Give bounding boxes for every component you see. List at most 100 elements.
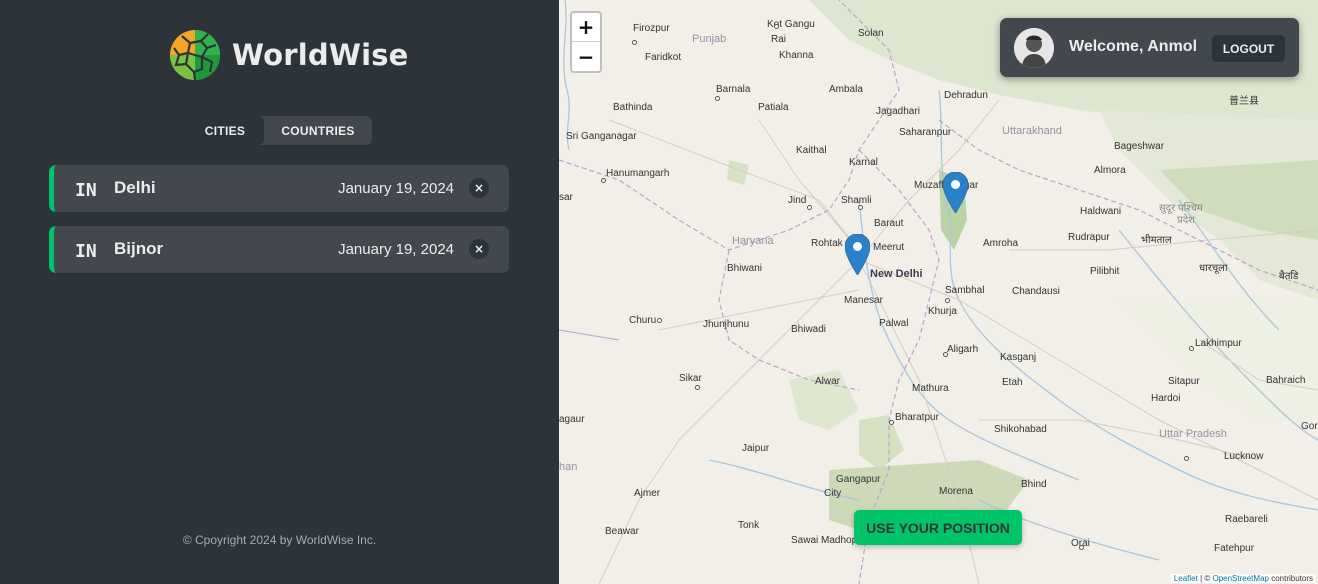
map-label: Jagadhari xyxy=(876,106,920,117)
city-name: Delhi xyxy=(114,178,156,197)
map-label: Shamli xyxy=(841,195,872,206)
city-dot xyxy=(601,178,606,183)
map-label: Shikohabad xyxy=(994,424,1047,435)
map-label: Bharatpur xyxy=(895,412,939,423)
map-label: Aligarh xyxy=(947,344,979,355)
map-label: Raebareli xyxy=(1225,514,1268,525)
attribution-tail: contributors xyxy=(1268,574,1313,583)
attribution-separator: | © xyxy=(1197,574,1213,583)
map-label: han xyxy=(559,461,578,473)
city-item-bijnor[interactable]: IN Bijnor January 19, 2024 × xyxy=(49,226,509,273)
map-label: Gor xyxy=(1301,421,1318,432)
map-label: Firozpur xyxy=(633,23,670,34)
map-label: Jind xyxy=(788,195,807,206)
map-attribution: Leaflet | © OpenStreetMap contributors xyxy=(1170,574,1316,583)
use-position-button[interactable]: USE YOUR POSITION xyxy=(854,510,1022,545)
map-label: Dehradun xyxy=(944,90,988,101)
map-label: Sitapur xyxy=(1168,376,1200,387)
globe-logo-icon xyxy=(170,30,220,81)
city-dot xyxy=(1184,456,1189,461)
map-label: Bhind xyxy=(1021,479,1047,490)
map-label: Pilibhit xyxy=(1090,266,1120,277)
map-label: Kaithal xyxy=(796,145,827,156)
delete-city-button[interactable]: × xyxy=(469,178,489,198)
map-label: भीमताल xyxy=(1141,235,1172,246)
city-name: Bijnor xyxy=(114,239,164,258)
map-label: Lakhimpur xyxy=(1195,338,1242,349)
city-dot xyxy=(943,352,948,357)
user-avatar-icon xyxy=(1014,28,1054,68)
map-label: Punjab xyxy=(692,33,727,45)
map-label: Khanna xyxy=(779,50,814,61)
app-logo[interactable]: WorldWise xyxy=(168,28,409,82)
map-label: Chandausi xyxy=(1012,286,1060,297)
logout-button[interactable]: LOGOUT xyxy=(1212,35,1285,62)
city-marker-bijnor[interactable] xyxy=(943,172,968,213)
map-label: Sambhal xyxy=(945,285,985,296)
city-dot xyxy=(1189,346,1194,351)
map-label: Bageshwar xyxy=(1114,141,1165,152)
map-label: Bathinda xyxy=(613,102,653,113)
map-label: Mathura xyxy=(912,383,949,394)
city-dot xyxy=(889,420,894,425)
map-label: Sri Ganganagar xyxy=(566,131,637,142)
map-label: Rudrapur xyxy=(1068,232,1110,243)
zoom-in-button[interactable]: + xyxy=(572,13,600,42)
tab-countries[interactable]: COUNTRIES xyxy=(264,116,372,145)
copyright: © Cpoyright 2024 by WorldWise Inc. xyxy=(182,533,377,547)
map-label: Alwar xyxy=(815,376,841,387)
map[interactable]: Kot Gangu Firozpur Rai Solan Punjab Fari… xyxy=(559,0,1318,584)
map-label: Rai xyxy=(771,34,787,45)
map-label: Lucknow xyxy=(1224,451,1264,462)
city-dot xyxy=(632,40,637,45)
city-dot xyxy=(1079,545,1084,550)
map-label: Patiala xyxy=(758,102,789,113)
leaflet-link[interactable]: Leaflet xyxy=(1174,574,1198,583)
zoom-out-button[interactable]: − xyxy=(572,42,600,71)
city-item-delhi[interactable]: IN Delhi January 19, 2024 × xyxy=(49,165,509,212)
map-label: Jhunjhunu xyxy=(703,319,750,330)
app-name: WorldWise xyxy=(232,38,409,72)
city-dot xyxy=(774,24,779,29)
map-label: Bahraich xyxy=(1266,375,1306,386)
city-marker-delhi[interactable] xyxy=(845,234,870,275)
map-label: 普兰县 xyxy=(1229,96,1259,107)
map-label: sar xyxy=(559,192,573,203)
map-label: Morena xyxy=(939,486,973,497)
city-dot xyxy=(715,96,720,101)
view-tabs: CITIES COUNTRIES xyxy=(186,116,372,145)
map-label: Gangapur xyxy=(836,474,881,485)
map-label: Hardoi xyxy=(1151,393,1181,404)
map-label: Barnala xyxy=(716,84,751,95)
map-label: Amroha xyxy=(983,238,1019,249)
map-label: Manesar xyxy=(844,295,883,306)
map-label: Ajmer xyxy=(634,488,661,499)
country-flag: IN xyxy=(75,180,97,201)
delete-city-button[interactable]: × xyxy=(469,239,489,259)
user-panel: Welcome, Anmol LOGOUT xyxy=(1000,18,1299,77)
map-label: Haryana xyxy=(732,235,774,247)
city-date: January 19, 2024 xyxy=(338,241,454,258)
map-label: Tonk xyxy=(738,520,760,531)
city-date: January 19, 2024 xyxy=(338,180,454,197)
map-label: Fatehpur xyxy=(1214,543,1255,554)
map-label: Meerut xyxy=(873,242,905,253)
map-label: Bhiwani xyxy=(727,263,763,274)
map-label: Palwal xyxy=(879,318,909,329)
tab-cities[interactable]: CITIES xyxy=(186,116,264,145)
map-label-capital: New Delhi xyxy=(870,268,923,280)
map-label: City xyxy=(824,488,842,499)
city-dot xyxy=(657,318,662,323)
map-label: Uttarakhand xyxy=(1002,125,1062,137)
sidebar: WorldWise CITIES COUNTRIES IN Delhi Janu… xyxy=(0,0,559,584)
map-label: Sawai Madhop xyxy=(791,535,858,546)
map-label: Etah xyxy=(1002,377,1023,388)
map-label: Sikar xyxy=(679,373,702,384)
map-label: Saharanpur xyxy=(899,127,952,138)
map-label: Faridkot xyxy=(645,52,682,63)
zoom-control: + − xyxy=(570,11,602,73)
map-label: Khurja xyxy=(928,306,957,317)
osm-link[interactable]: OpenStreetMap xyxy=(1212,574,1268,583)
map-label: agaur xyxy=(559,414,585,425)
city-dot xyxy=(695,385,700,390)
